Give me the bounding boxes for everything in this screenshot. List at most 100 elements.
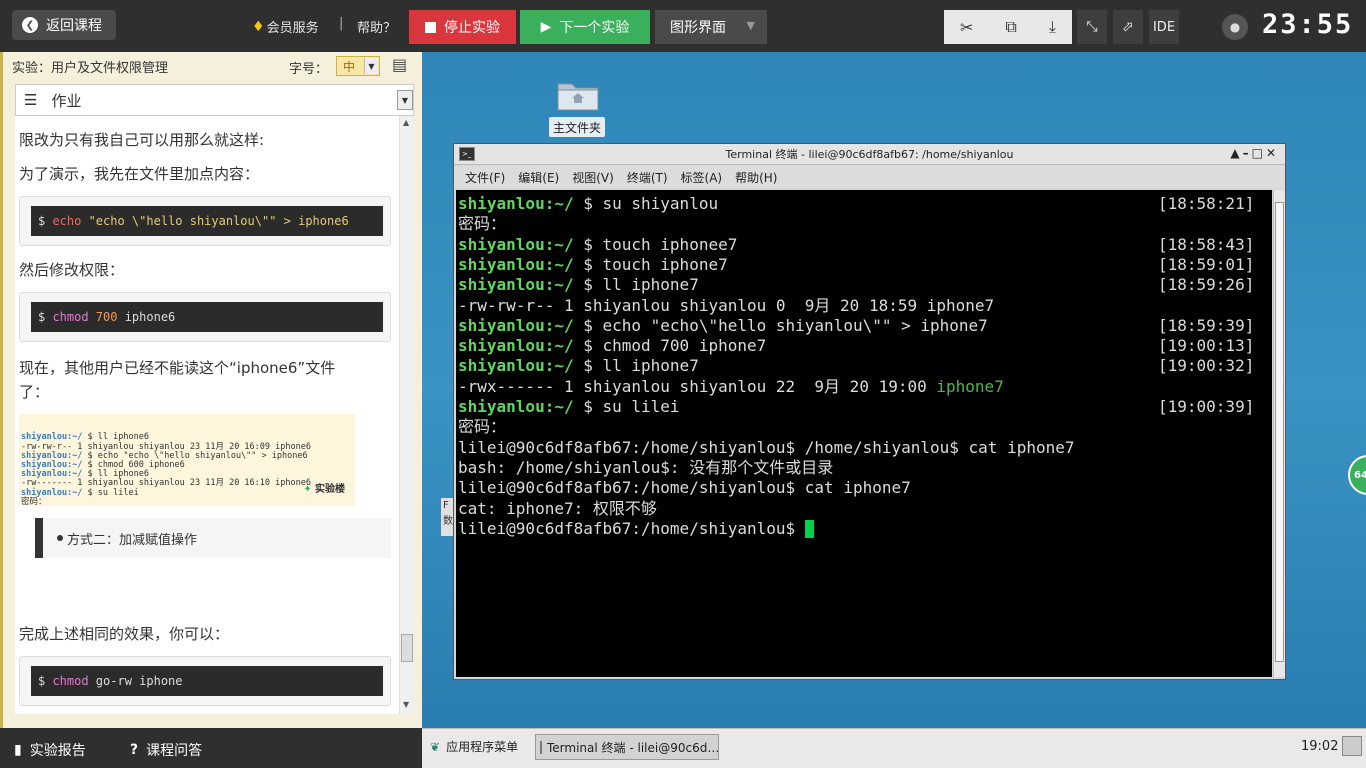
menu-file[interactable]: 文件(F)	[465, 169, 505, 186]
fullscreen-exit-icon[interactable]: ⤡	[1077, 10, 1107, 44]
menu-tabs[interactable]: 标签(A)	[681, 169, 723, 186]
terminal-line: -rw-rw-r-- 1 shiyanlou shiyanlou 0 9月 20…	[458, 296, 994, 316]
terminal-line: -rwx------ 1 shiyanlou shiyanlou 22 9月 2…	[458, 377, 1004, 397]
font-size-label: 字号：	[289, 62, 329, 77]
eye-icon[interactable]: ●	[1222, 14, 1248, 40]
code-line[interactable]: $ chmod go-rw iphone	[31, 666, 383, 696]
code-args: go-rw iphone	[88, 674, 183, 688]
course-qa-label: 课程问答	[146, 743, 203, 759]
code-line[interactable]: $ chmod 700 iphone6	[31, 302, 383, 332]
note-text: 方式二：加减赋值操作	[67, 532, 198, 548]
terminal-text: $ chmod 700 iphone7	[573, 336, 767, 356]
scroll-thumb[interactable]	[1275, 202, 1284, 662]
terminal-timestamp: [19:00:39]	[1158, 397, 1255, 416]
gui-mode-dropdown[interactable]: 图形界面 ▼	[655, 10, 767, 44]
download-icon[interactable]: ⤓	[1049, 17, 1056, 37]
terminal-text: bash: /home/shiyanlou$: 没有那个文件或目录	[458, 457, 834, 477]
terminal-text: lilei@90c6df8afb67:/home/shiyanlou$ cat …	[458, 478, 911, 498]
screen-share-icon[interactable]: ⧉	[1005, 17, 1016, 37]
course-qa-button[interactable]: ? 课程问答	[130, 740, 202, 760]
diamond-icon: ♦	[252, 18, 265, 35]
scissors-icon[interactable]: ✂	[960, 18, 973, 37]
code-args: iphone6	[117, 310, 176, 324]
terminal-icon: >_	[459, 147, 475, 161]
terminal-prompt: shiyanlou:~/	[458, 254, 574, 274]
terminal-timestamp: [18:58:21]	[1158, 194, 1255, 213]
terminal-text: 密码：	[458, 417, 507, 437]
doc-scrollbar[interactable]: ▲ ▼	[399, 116, 414, 714]
taskbar-terminal-task[interactable]: Terminal 终端 - lilei@90c6d…	[535, 734, 719, 760]
terminal-text: -rwx------ 1 shiyanlou shiyanlou 22 9月 2…	[458, 376, 937, 396]
next-lab-label: 下一个实验	[559, 20, 630, 36]
window-controls[interactable]: ▲–□✕	[1230, 146, 1279, 160]
stop-lab-button[interactable]: 停止实验	[409, 10, 516, 44]
terminal-titlebar[interactable]: >_ Terminal 终端 - lilei@90c6df8afb67: /ho…	[454, 144, 1285, 165]
font-size-select[interactable]: 中 ▼	[336, 56, 380, 76]
home-folder-icon[interactable]	[556, 78, 600, 112]
homework-selector[interactable]: ☰ 作业 ▼	[15, 84, 414, 116]
next-lab-button[interactable]: ▶ 下一个实验	[520, 10, 650, 44]
code-args: "echo \"hello shiyanlou\"" > iphone6	[81, 214, 349, 228]
terminal-title: Terminal 终端 - lilei@90c6df8afb67: /home/…	[725, 148, 1014, 161]
terminal-timestamp: [18:58:43]	[1158, 234, 1255, 254]
terminal-line: bash: /home/shiyanlou$: 没有那个文件或目录	[458, 458, 833, 478]
screenshot-text: $ su lilei	[82, 487, 139, 498]
separator: |	[339, 16, 344, 31]
paragraph: 然后修改权限：	[19, 261, 125, 279]
tray-icon[interactable]	[1342, 736, 1362, 756]
lab-report-button[interactable]: ▮ 实验报告	[14, 740, 86, 760]
terminal-line: shiyanlou:~/ $ echo "echo\"hello shiyanl…	[458, 315, 1254, 336]
terminal-timestamp: [18:59:39]	[1158, 315, 1255, 335]
screenshot-image: shiyanlou:~/ $ ll iphone6 -rw-rw-r-- 1 sh…	[19, 414, 355, 506]
terminal-line: lilei@90c6df8afb67:/home/shiyanlou$ /hom…	[458, 438, 1075, 458]
vip-service-label: 会员服务	[266, 21, 319, 36]
screenshot-line: 密码：	[21, 497, 353, 506]
note-block: 方式二：加减赋值操作	[35, 518, 391, 558]
paragraph: 完成上述相同的效果，你可以：	[19, 625, 230, 643]
shiyanlou-logo: ✦ 实验楼	[303, 483, 345, 495]
terminal-scrollbar[interactable]	[1273, 190, 1285, 677]
scroll-down-icon[interactable]: ▼	[403, 700, 409, 709]
help-link[interactable]: 帮助？	[357, 17, 396, 36]
terminal-filename: iphone7	[936, 376, 1004, 396]
terminal-text: $ ll iphone7	[573, 356, 699, 376]
terminal-timestamp: [19:00:13]	[1158, 336, 1255, 356]
report-icon: ▮	[14, 742, 22, 758]
terminal-window[interactable]: >_ Terminal 终端 - lilei@90c6df8afb67: /ho…	[453, 143, 1286, 680]
stop-lab-label: 停止实验	[444, 20, 500, 36]
terminal-prompt: shiyanlou:~/	[458, 275, 574, 295]
home-folder-label[interactable]: 主文件夹	[549, 117, 605, 137]
menu-edit[interactable]: 编辑(E)	[518, 169, 559, 186]
terminal-icon	[540, 740, 542, 754]
menu-help[interactable]: 帮助(H)	[735, 169, 777, 186]
document-icon[interactable]: ▤	[392, 55, 407, 74]
terminal-menubar: 文件(F) 编辑(E) 视图(V) 终端(T) 标签(A) 帮助(H)	[454, 166, 1285, 188]
chevron-down-icon: ▼	[364, 58, 378, 74]
terminal-text: -rw-rw-r-- 1 shiyanlou shiyanlou 0 9月 20…	[458, 295, 995, 315]
menu-view[interactable]: 视图(V)	[572, 169, 614, 186]
applications-menu[interactable]: ❦ 应用程序菜单	[430, 738, 518, 755]
vip-service-link[interactable]: ♦ 会员服务	[252, 17, 319, 37]
terminal-text: $ echo "echo\"hello shiyanlou\"" > iphon…	[573, 315, 988, 335]
ide-button[interactable]: IDE	[1149, 10, 1179, 44]
terminal-screen[interactable]: shiyanlou:~/ $ su shiyanlou [18:58:21] 密码：…	[456, 190, 1272, 677]
terminal-text: lilei@90c6df8afb67:/home/shiyanlou$ /hom…	[458, 437, 1075, 457]
doc-content: 限改为只有我自己可以用那么就这样: 为了演示，我先在文件里加点内容： $ ech…	[15, 116, 399, 714]
scroll-up-icon[interactable]: ▲	[403, 118, 409, 127]
code-block: $ chmod go-rw iphone	[19, 656, 391, 706]
paragraph: 为了演示，我先在文件里加点内容：	[19, 165, 260, 183]
code-command: chmod	[52, 310, 89, 324]
terminal-timestamp: [18:59:01]	[1158, 254, 1255, 274]
top-bar: ❮ 返回课程 ♦ 会员服务 | 帮助？ 停止实验 ▶ 下一个实验 图形界面 ▼ …	[0, 0, 1366, 52]
back-to-course-button[interactable]: ❮ 返回课程	[12, 10, 116, 40]
terminal-line: 密码：	[458, 417, 506, 437]
scroll-thumb[interactable]	[401, 634, 413, 662]
bottom-bar: ▮ 实验报告 ? 课程问答	[0, 728, 422, 768]
menu-terminal[interactable]: 终端(T)	[627, 169, 668, 186]
terminal-line: cat: iphone7: 权限不够	[458, 499, 657, 519]
open-external-icon[interactable]: ⬀	[1113, 10, 1143, 44]
code-command: chmod	[52, 674, 89, 688]
terminal-line: lilei@90c6df8afb67:/home/shiyanlou$ cat …	[458, 478, 911, 498]
code-line[interactable]: $ echo "echo \"hello shiyanlou\"" > ipho…	[31, 206, 383, 236]
terminal-line: 密码：	[458, 214, 506, 234]
